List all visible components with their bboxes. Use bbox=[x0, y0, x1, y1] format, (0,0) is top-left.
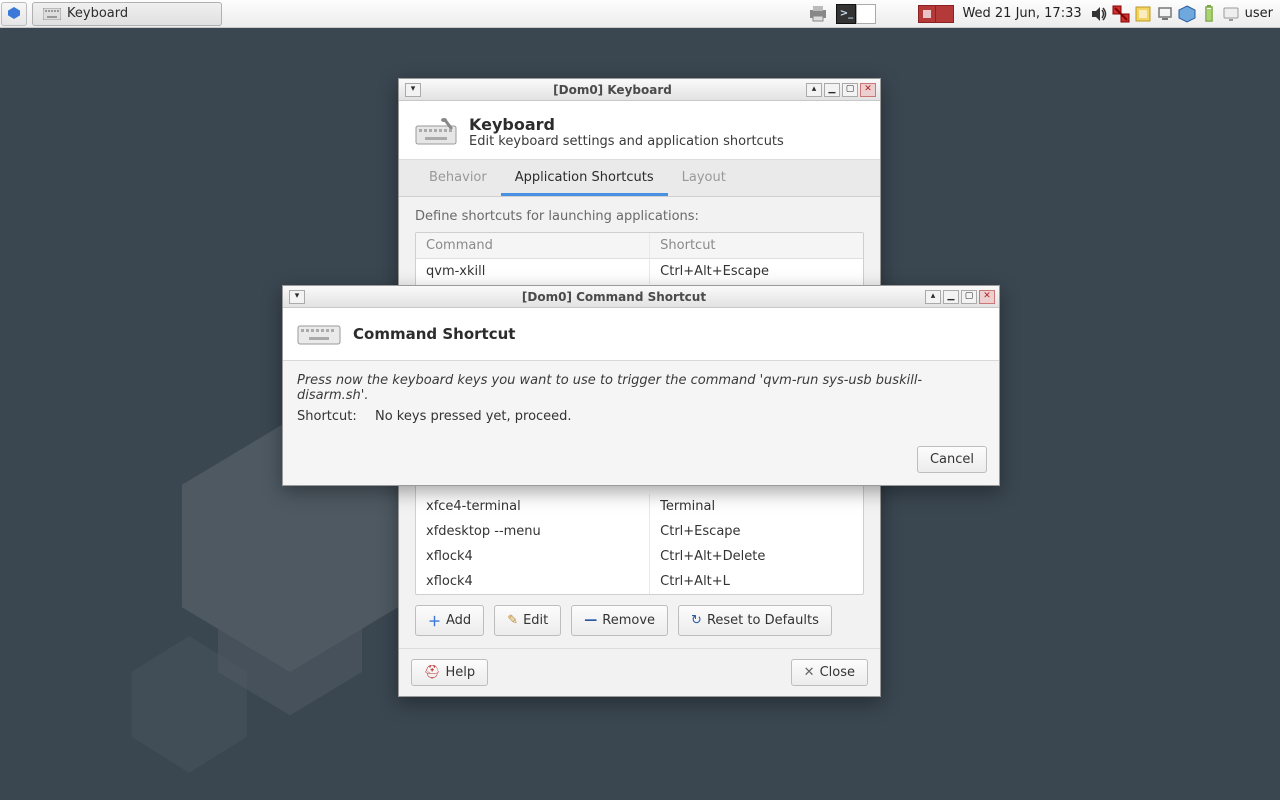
keyboard-header: Keyboard Edit keyboard settings and appl… bbox=[399, 101, 880, 160]
command-dialog-instruction: Press now the keyboard keys you want to … bbox=[297, 373, 985, 403]
volume-tray-icon[interactable] bbox=[1089, 4, 1109, 24]
table-row[interactable]: xflock4 Ctrl+Alt+L bbox=[416, 569, 863, 594]
tab-layout[interactable]: Layout bbox=[668, 160, 740, 196]
window-menu-button[interactable]: ▾ bbox=[289, 290, 305, 304]
window-shade-button[interactable]: ▴ bbox=[925, 290, 941, 304]
vm-manager-tray-icon[interactable] bbox=[1133, 4, 1153, 24]
devices-tray-icon[interactable] bbox=[1155, 4, 1175, 24]
window-minimize-button[interactable]: ▁ bbox=[943, 290, 959, 304]
keyboard-window-title: [Dom0] Keyboard bbox=[421, 83, 804, 97]
command-dialog-title: [Dom0] Command Shortcut bbox=[305, 290, 923, 304]
command-dialog-heading: Command Shortcut bbox=[353, 325, 515, 343]
table-row[interactable]: qvm-xkill Ctrl+Alt+Escape bbox=[416, 259, 863, 284]
window-shade-button[interactable]: ▴ bbox=[806, 83, 822, 97]
shortcut-label: Shortcut: bbox=[297, 409, 363, 424]
printer-tray-icon[interactable] bbox=[805, 4, 831, 24]
edit-button[interactable]: ✎ Edit bbox=[494, 605, 561, 636]
table-header: Command Shortcut bbox=[416, 233, 863, 259]
keyboard-icon bbox=[43, 8, 61, 20]
panel-clock[interactable]: Wed 21 Jun, 17:33 bbox=[956, 6, 1087, 21]
powershell-icon: >_ bbox=[836, 4, 856, 24]
keyboard-large-icon bbox=[415, 118, 457, 146]
help-icon: ⛑ bbox=[424, 665, 441, 680]
shortcut-value: No keys pressed yet, proceed. bbox=[375, 409, 572, 424]
top-panel: Keyboard >_ Wed 21 Jun, 17:33 bbox=[0, 0, 1280, 28]
command-dialog-titlebar[interactable]: ▾ [Dom0] Command Shortcut ▴ ▁ ▢ ✕ bbox=[283, 286, 999, 308]
qubes-domains-tray-icon[interactable] bbox=[1177, 4, 1197, 24]
applications-menu-button[interactable] bbox=[1, 2, 27, 26]
help-button[interactable]: ⛑ Help bbox=[411, 659, 488, 686]
window-minimize-button[interactable]: ▁ bbox=[824, 83, 840, 97]
plus-icon: ＋ bbox=[428, 611, 441, 630]
window-close-button[interactable]: ✕ bbox=[860, 83, 876, 97]
window-maximize-button[interactable]: ▢ bbox=[842, 83, 858, 97]
panel-username[interactable]: user bbox=[1242, 6, 1276, 21]
battery-tray-icon[interactable] bbox=[1199, 4, 1219, 24]
keyboard-icon bbox=[297, 322, 341, 346]
workspace-1[interactable] bbox=[918, 5, 936, 23]
keyboard-header-subtitle: Edit keyboard settings and application s… bbox=[469, 134, 784, 149]
cancel-button[interactable]: Cancel bbox=[917, 446, 987, 473]
keyboard-window-titlebar[interactable]: ▾ [Dom0] Keyboard ▴ ▁ ▢ ✕ bbox=[399, 79, 880, 101]
tab-behavior[interactable]: Behavior bbox=[415, 160, 501, 196]
keyboard-header-title: Keyboard bbox=[469, 115, 784, 134]
table-row[interactable]: xfce4-terminal Terminal bbox=[416, 494, 863, 519]
window-close-button[interactable]: ✕ bbox=[979, 290, 995, 304]
shortcuts-hint: Define shortcuts for launching applicati… bbox=[415, 209, 864, 224]
display-tray-icon[interactable] bbox=[1221, 4, 1241, 24]
qubes-icon bbox=[8, 7, 20, 21]
table-row[interactable]: xflock4 Ctrl+Alt+Delete bbox=[416, 544, 863, 569]
vm-terminal-tray-group[interactable]: >_ bbox=[836, 4, 876, 24]
workspace-2[interactable] bbox=[936, 5, 954, 23]
close-icon: ✕ bbox=[804, 665, 815, 680]
command-shortcut-dialog: ▾ [Dom0] Command Shortcut ▴ ▁ ▢ ✕ Comman… bbox=[282, 285, 1000, 486]
keyboard-tabs: Behavior Application Shortcuts Layout bbox=[399, 160, 880, 197]
col-command[interactable]: Command bbox=[416, 233, 649, 258]
tab-application-shortcuts[interactable]: Application Shortcuts bbox=[501, 160, 668, 196]
window-menu-button[interactable]: ▾ bbox=[405, 83, 421, 97]
taskbar-item-keyboard[interactable]: Keyboard bbox=[32, 2, 222, 26]
reset-to-defaults-button[interactable]: ↻ Reset to Defaults bbox=[678, 605, 832, 636]
pencil-icon: ✎ bbox=[507, 613, 518, 628]
taskbar-item-label: Keyboard bbox=[67, 6, 128, 21]
col-shortcut[interactable]: Shortcut bbox=[649, 233, 863, 258]
add-button[interactable]: ＋ Add bbox=[415, 605, 484, 636]
command-dialog-header: Command Shortcut bbox=[283, 308, 999, 361]
workspace-switcher[interactable] bbox=[918, 5, 954, 23]
refresh-icon: ↻ bbox=[691, 613, 702, 628]
empty-tray-slot bbox=[856, 4, 876, 24]
network-disconnected-tray-icon[interactable] bbox=[1111, 4, 1131, 24]
close-button[interactable]: ✕ Close bbox=[791, 659, 868, 686]
window-maximize-button[interactable]: ▢ bbox=[961, 290, 977, 304]
remove-button[interactable]: — Remove bbox=[571, 605, 668, 636]
minus-icon: — bbox=[584, 613, 597, 628]
table-row[interactable]: xfdesktop --menu Ctrl+Escape bbox=[416, 519, 863, 544]
